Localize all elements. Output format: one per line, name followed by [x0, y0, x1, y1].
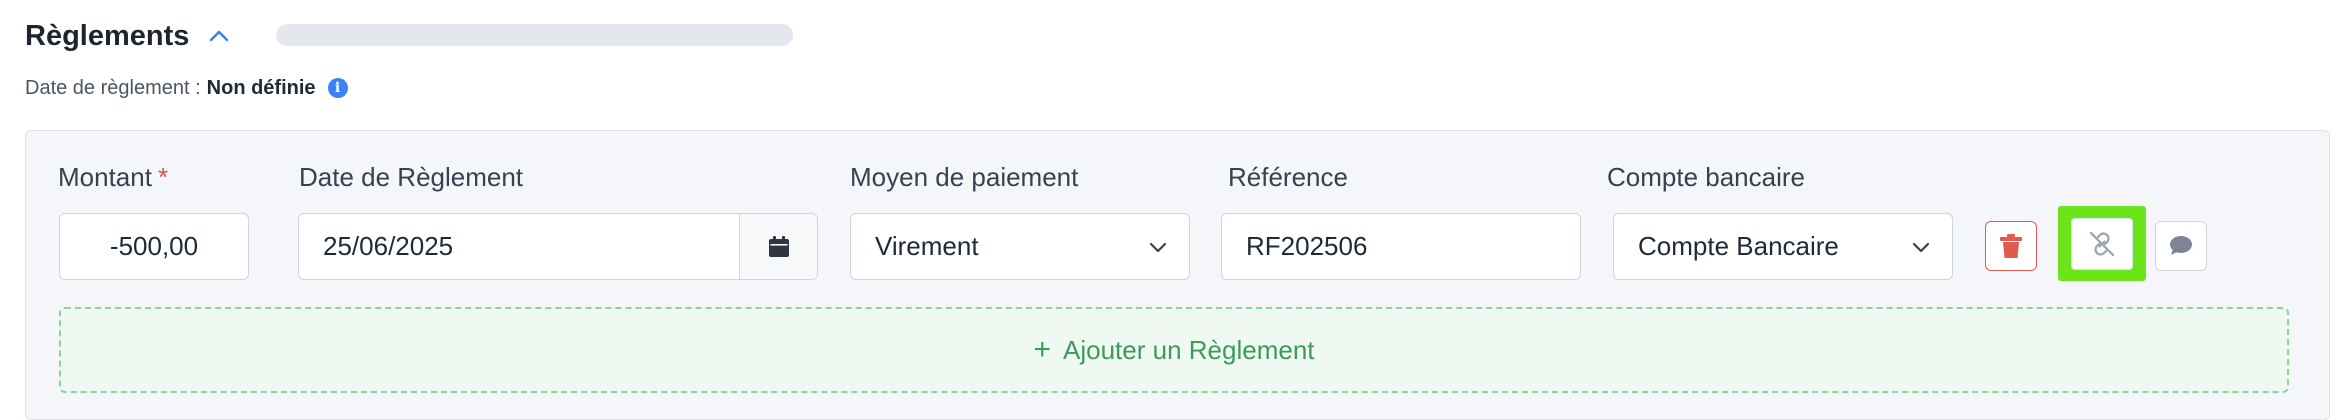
section-title: Règlements [25, 19, 190, 52]
trash-icon [2000, 234, 2022, 258]
payment-date-value: Non définie [206, 76, 316, 99]
unlink-icon [2089, 231, 2115, 256]
amount-label-text: Montant [58, 162, 152, 192]
amount-input[interactable] [60, 231, 248, 262]
date-field[interactable] [298, 213, 818, 280]
payment-date-info: Date de règlement : Non définie i [25, 74, 348, 102]
chevron-up-icon[interactable] [205, 22, 233, 50]
unlink-button[interactable] [2071, 217, 2133, 270]
reference-field[interactable] [1221, 213, 1581, 280]
chevron-down-icon [1912, 242, 1930, 252]
amount-field[interactable] [59, 213, 249, 280]
plus-icon: + [1033, 333, 1052, 366]
bank-account-select[interactable]: Compte Bancaire [1613, 213, 1953, 280]
payment-method-select[interactable]: Virement [850, 213, 1190, 280]
bank-account-value: Compte Bancaire [1638, 231, 1839, 261]
required-mark: * [157, 162, 169, 192]
delete-button[interactable] [1985, 221, 2037, 271]
info-icon[interactable]: i [327, 78, 348, 98]
date-input[interactable] [299, 231, 739, 262]
chevron-down-icon [1149, 242, 1167, 252]
comment-button[interactable] [2155, 221, 2207, 271]
loading-skeleton [276, 24, 793, 46]
bank-account-label: Compte bancaire [1607, 162, 1805, 192]
section-header: Règlements [25, 16, 233, 56]
date-label: Date de Règlement [299, 162, 524, 192]
amount-label: Montant * [58, 162, 168, 193]
calendar-icon [768, 235, 789, 257]
reference-input[interactable] [1222, 231, 1580, 262]
add-payment-button[interactable]: + Ajouter un Règlement [59, 307, 2289, 393]
reference-label: Référence [1228, 162, 1348, 192]
add-payment-label: Ajouter un Règlement [1063, 334, 1315, 365]
payment-method-value: Virement [875, 231, 979, 261]
payment-method-label: Moyen de paiement [850, 162, 1079, 192]
calendar-button[interactable] [739, 214, 817, 279]
comment-icon [2170, 236, 2192, 255]
unlink-button-highlight [2058, 206, 2146, 281]
payment-date-label: Date de règlement : [25, 76, 201, 99]
